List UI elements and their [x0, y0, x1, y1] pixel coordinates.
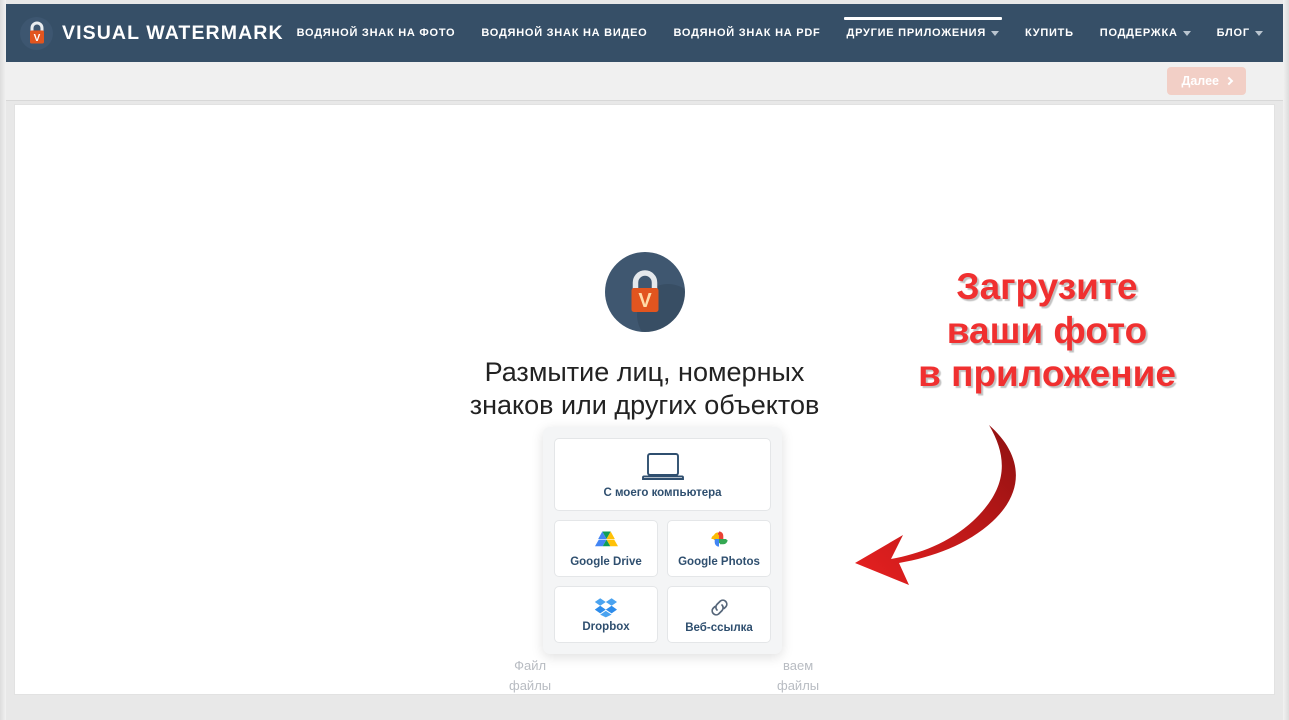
nav-item-pdf-watermark[interactable]: ВОДЯНОЙ ЗНАК НА PDF — [660, 8, 833, 58]
upload-options-row-2: Dropbox Веб-ссылка — [554, 586, 771, 643]
svg-text:V: V — [33, 33, 40, 44]
upload-options-row-1: Google Drive — [554, 520, 771, 577]
brand-name: VISUAL WATERMARK — [62, 22, 284, 45]
dropbox-icon — [594, 597, 618, 618]
page-title: Размытие лиц, номерных знаков или других… — [445, 356, 845, 423]
next-button-label: Далее — [1181, 74, 1219, 88]
padlock-logo-icon: V — [20, 17, 53, 50]
nav-label: БЛОГ — [1217, 27, 1250, 39]
window-frame-left — [0, 0, 6, 720]
nav-label: ВОДЯНОЙ ЗНАК НА ФОТО — [297, 27, 456, 39]
nav-label: ДРУГИЕ ПРИЛОЖЕНИЯ — [847, 27, 986, 39]
upload-google-photos-button[interactable]: Google Photos — [667, 520, 771, 577]
link-icon — [708, 596, 731, 619]
nav-item-other-apps[interactable]: ДРУГИЕ ПРИЛОЖЕНИЯ — [834, 8, 1012, 58]
window-frame-right — [1283, 0, 1289, 720]
hint-text-left: Файл файлы — [509, 656, 551, 695]
annotation-line-2: ваши фото — [877, 309, 1217, 353]
nav-label: КУПИТЬ — [1025, 27, 1074, 39]
upload-source-panel: С моего компьютера — [543, 427, 782, 654]
nav-label: ВОДЯНОЙ ЗНАК НА PDF — [673, 27, 820, 39]
brand-logo-link[interactable]: V VISUAL WATERMARK — [20, 17, 284, 50]
svg-text:V: V — [638, 290, 652, 312]
action-toolbar: Далее — [6, 62, 1283, 101]
padlock-shield-icon: V — [605, 252, 685, 332]
annotation-line-1: Загрузите — [877, 265, 1217, 309]
upload-google-photos-label: Google Photos — [678, 556, 760, 568]
upload-google-drive-label: Google Drive — [570, 556, 642, 568]
chevron-down-icon — [991, 31, 999, 36]
upload-from-computer-button[interactable]: С моего компьютера — [554, 438, 771, 511]
hint-text-right: ваем файлы — [777, 656, 819, 695]
navbar-links: ВОДЯНОЙ ЗНАК НА ФОТО ВОДЯНОЙ ЗНАК НА ВИД… — [284, 8, 1276, 58]
nav-label: ВОДЯНОЙ ЗНАК НА ВИДЕО — [481, 27, 647, 39]
nav-item-buy[interactable]: КУПИТЬ — [1012, 8, 1087, 58]
upload-from-computer-label: С моего компьютера — [603, 487, 721, 499]
upload-web-link-button[interactable]: Веб-ссылка — [667, 586, 771, 643]
next-button[interactable]: Далее — [1167, 67, 1246, 95]
app-canvas: V Размытие лиц, номерных знаков или друг… — [14, 104, 1275, 695]
curved-arrow-down-left-icon — [833, 417, 1083, 592]
chevron-right-icon — [1225, 77, 1233, 85]
upload-google-drive-button[interactable]: Google Drive — [554, 520, 658, 577]
upload-dropbox-button[interactable]: Dropbox — [554, 586, 658, 643]
nav-item-support[interactable]: ПОДДЕРЖКА — [1087, 8, 1204, 58]
upload-web-link-label: Веб-ссылка — [685, 622, 753, 634]
nav-item-blog[interactable]: БЛОГ — [1204, 8, 1276, 58]
app-window: V VISUAL WATERMARK ВОДЯНОЙ ЗНАК НА ФОТО … — [0, 0, 1289, 720]
upload-dropbox-label: Dropbox — [582, 621, 629, 633]
nav-label: ПОДДЕРЖКА — [1100, 27, 1178, 39]
chevron-down-icon — [1183, 31, 1191, 36]
site-navbar: V VISUAL WATERMARK ВОДЯНОЙ ЗНАК НА ФОТО … — [6, 4, 1283, 62]
annotation-text: Загрузите ваши фото в приложение — [877, 265, 1217, 396]
google-photos-icon — [707, 529, 731, 553]
annotation-line-3: в приложение — [877, 352, 1217, 396]
nav-item-photo-watermark[interactable]: ВОДЯНОЙ ЗНАК НА ФОТО — [284, 8, 469, 58]
nav-item-video-watermark[interactable]: ВОДЯНОЙ ЗНАК НА ВИДЕО — [468, 8, 660, 58]
chevron-down-icon — [1255, 31, 1263, 36]
laptop-icon — [641, 451, 685, 483]
google-drive-icon — [594, 530, 619, 553]
